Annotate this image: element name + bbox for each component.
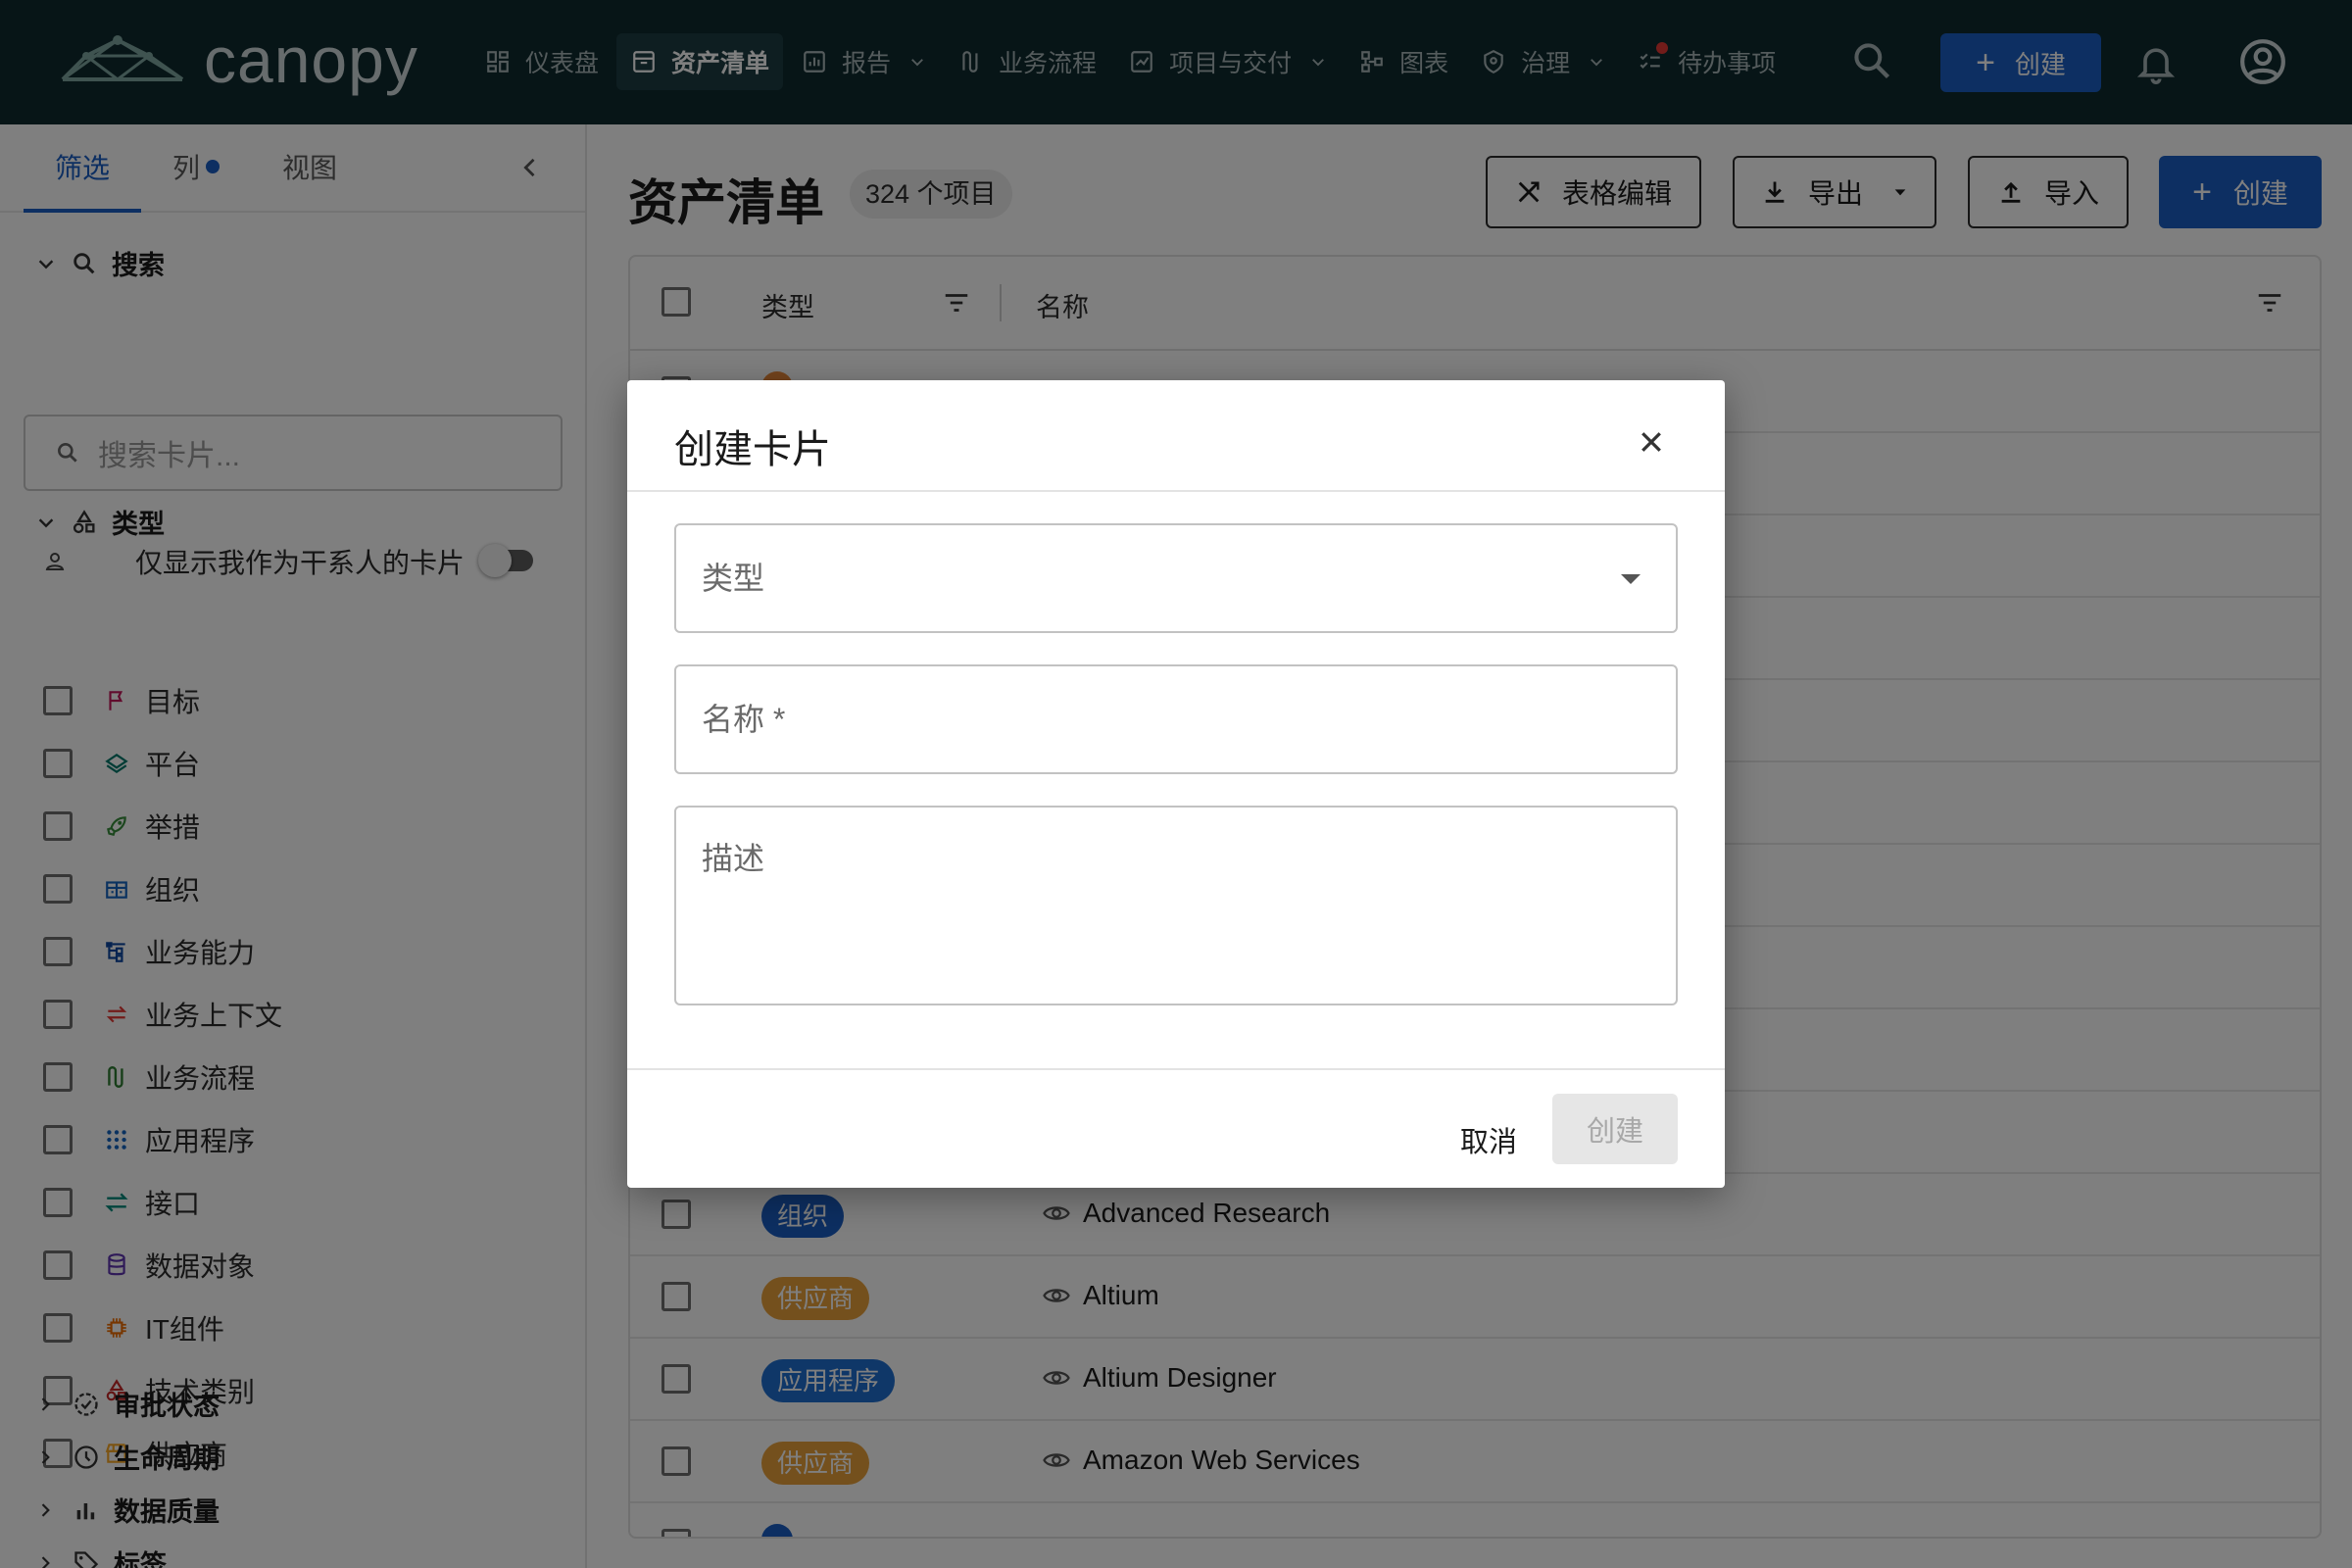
caret-down-icon [1621,574,1641,584]
name-field[interactable]: 名称 * [674,664,1678,774]
cancel-button[interactable]: 取消 [1425,1105,1552,1174]
dialog-title: 创建卡片 [674,428,831,471]
description-field-placeholder: 描述 [702,841,765,876]
divider [627,490,1725,492]
description-field[interactable]: 描述 [674,806,1678,1005]
type-select[interactable]: 类型 [674,523,1678,633]
create-card-dialog: 创建卡片 类型 名称 * 描述 取消 创建 [627,380,1725,1188]
dialog-create-button[interactable]: 创建 [1552,1094,1678,1164]
close-icon[interactable] [1637,427,1666,457]
type-select-placeholder: 类型 [702,561,765,596]
name-field-placeholder: 名称 * [702,702,786,737]
divider [627,1068,1725,1070]
